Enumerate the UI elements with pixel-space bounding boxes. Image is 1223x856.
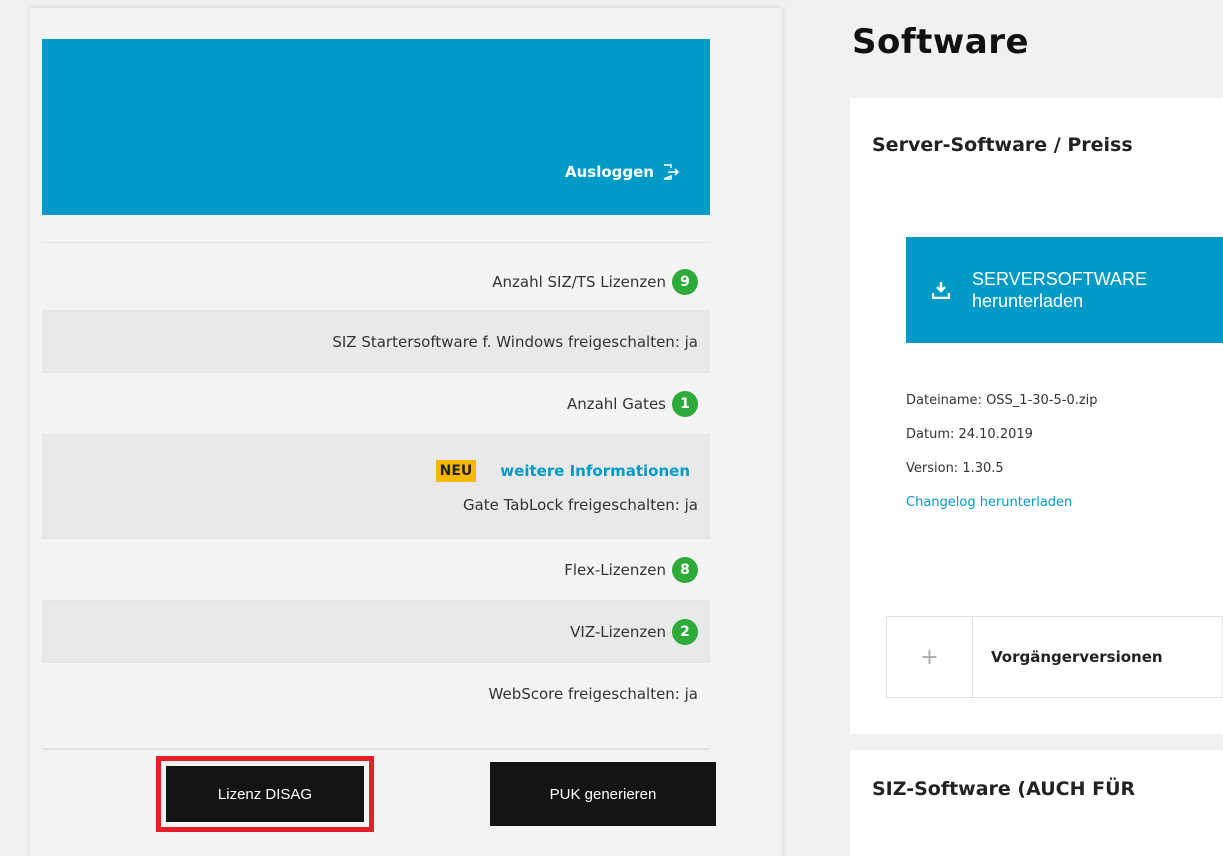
file-date: Datum: 24.10.2019	[906, 427, 1033, 442]
file-meta: Dateiname: OSS_1-30-5-0.zip Datum: 24.10…	[906, 384, 1098, 520]
page-title: Software	[852, 22, 1030, 62]
changelog-link[interactable]: Changelog herunterladen	[906, 495, 1072, 510]
server-section-title: Server-Software / Preiss	[872, 134, 1133, 156]
server-software-card: Server-Software / Preiss SERVERSOFTWARE …	[850, 98, 1223, 734]
license-row-starter: SIZ Startersoftware f. Windows freigesch…	[42, 310, 710, 372]
file-version: Version: 1.30.5	[906, 461, 1004, 476]
lizenz-disag-button[interactable]: Lizenz DISAG	[166, 766, 364, 822]
license-row-gates: Anzahl Gates 1	[42, 372, 710, 434]
starter-label: SIZ Startersoftware f. Windows freigesch…	[332, 332, 698, 351]
gates-count-badge: 1	[672, 390, 698, 417]
flex-label: Flex-Lizenzen	[564, 560, 666, 579]
flex-count-badge: 8	[672, 556, 698, 583]
download-button-text: SERVERSOFTWARE herunterladen	[972, 268, 1147, 312]
siz-ts-label: Anzahl SIZ/TS Lizenzen	[492, 272, 666, 291]
webscore-label: WebScore freigeschalten: ja	[488, 684, 698, 703]
logout-label: Ausloggen	[565, 163, 654, 181]
gates-label: Anzahl Gates	[566, 394, 666, 413]
neu-info-line: NEU weitere Informationen	[435, 459, 698, 482]
download-icon	[932, 282, 950, 299]
download-server-button[interactable]: SERVERSOFTWARE herunterladen	[906, 237, 1223, 343]
license-row-webscore: WebScore freigeschalten: ja	[42, 662, 710, 724]
license-row-flex: Flex-Lizenzen 8	[42, 538, 710, 600]
license-info-list: Anzahl SIZ/TS Lizenzen 9 SIZ Startersoft…	[42, 242, 710, 724]
logout-link[interactable]: Ausloggen	[565, 163, 680, 181]
viz-label: VIZ-Lizenzen	[570, 622, 666, 641]
previous-versions-label[interactable]: Vorgängerversionen	[973, 617, 1163, 697]
file-name: Dateiname: OSS_1-30-5-0.zip	[906, 393, 1098, 408]
download-line-2: herunterladen	[972, 291, 1084, 311]
siz-section-title: SIZ-Software (AUCH FÜR	[872, 778, 1136, 800]
account-banner: Ausloggen	[42, 39, 710, 215]
puk-generate-button[interactable]: PUK generieren	[490, 762, 716, 826]
viz-count-badge: 2	[672, 618, 698, 645]
siz-ts-count-badge: 9	[672, 268, 698, 295]
more-info-link[interactable]: weitere Informationen	[500, 462, 690, 480]
tablock-label: Gate TabLock freigeschalten: ja	[462, 495, 698, 514]
neu-badge: NEU	[435, 459, 477, 482]
plus-icon[interactable]: +	[887, 617, 973, 697]
license-row-tablock: NEU weitere Informationen Gate TabLock f…	[42, 434, 710, 538]
license-row-viz: VIZ-Lizenzen 2	[42, 600, 710, 662]
logout-icon	[663, 164, 680, 180]
previous-versions-accordion[interactable]: + Vorgängerversionen	[886, 616, 1223, 698]
download-line-1: SERVERSOFTWARE	[972, 269, 1148, 289]
siz-software-card: SIZ-Software (AUCH FÜR	[850, 750, 1223, 856]
license-row-siz-ts: Anzahl SIZ/TS Lizenzen 9	[42, 242, 710, 310]
